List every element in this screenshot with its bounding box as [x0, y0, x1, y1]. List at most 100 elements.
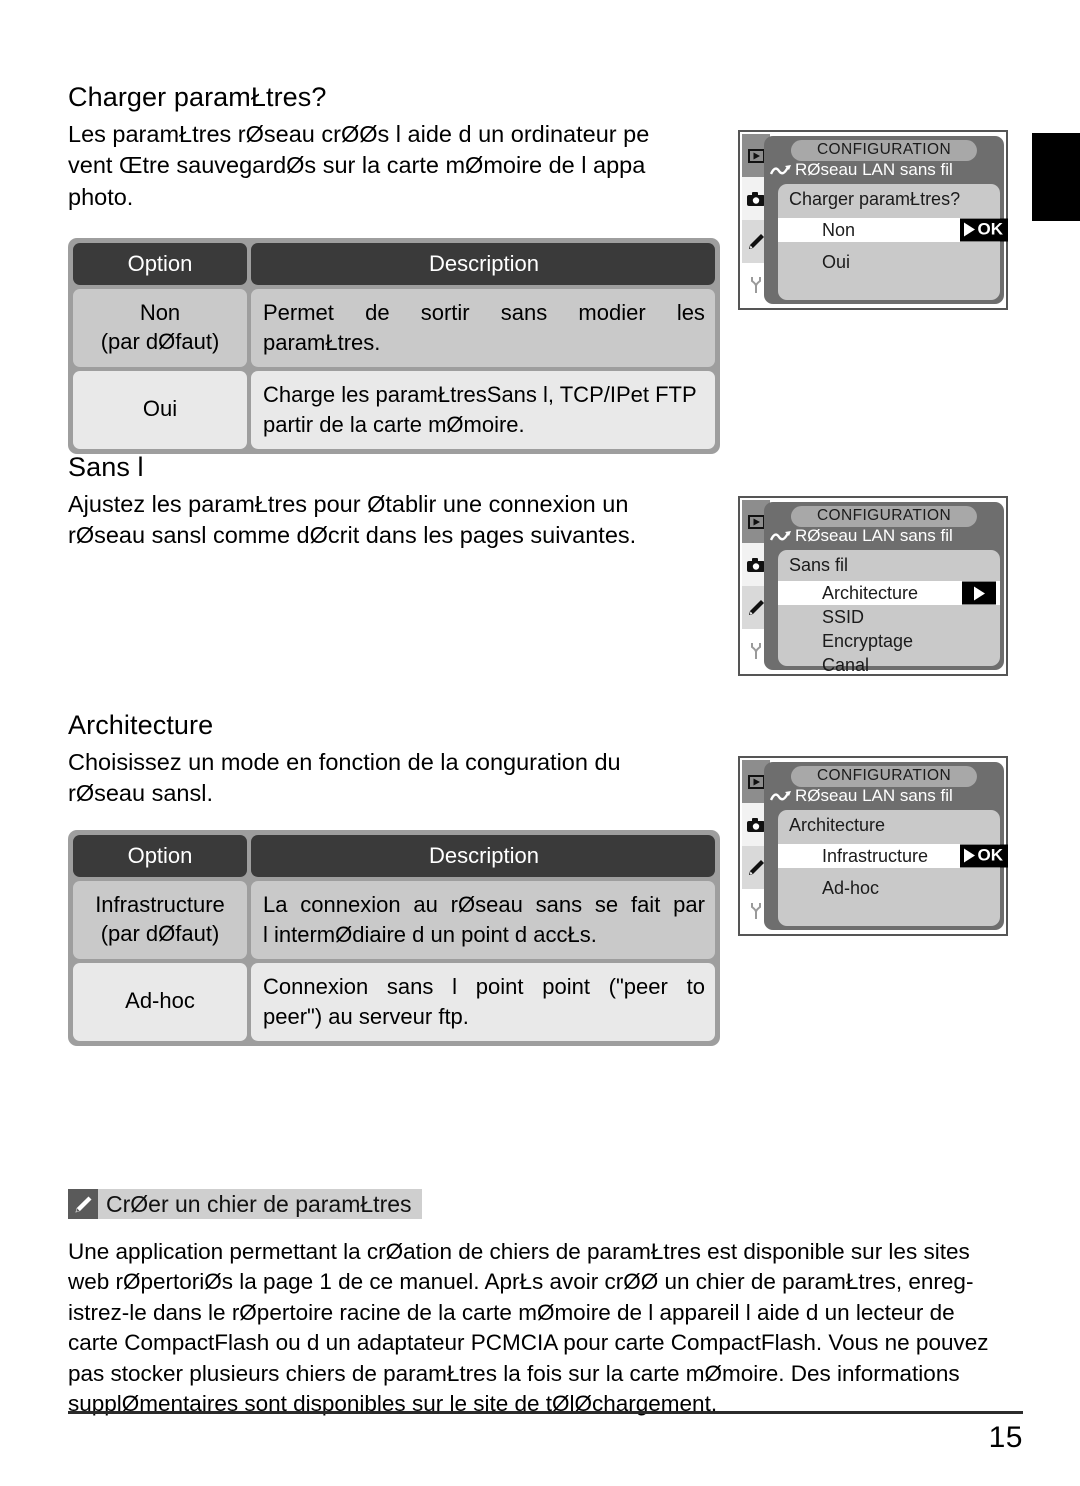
body-line: photo.	[68, 183, 134, 210]
table-header-row: Option Description	[73, 243, 715, 285]
desc-word: fait	[630, 891, 661, 917]
lcd-panel: Sans fil Architecture SSID Encryptage Ca…	[778, 550, 1000, 675]
table-cell-option: Ad-hoc	[73, 962, 247, 1041]
column-header-description: Description	[251, 835, 715, 877]
lcd-title: CONFIGURATION	[790, 506, 978, 527]
lcd-subtitle: RØseau LAN sans fil	[770, 786, 953, 806]
desc-line: La connexion au rØseau sans se fait par	[263, 890, 705, 920]
column-header-option: Option	[73, 243, 247, 285]
table-charger-parametres: Option Description Non (par dØfaut) Perm…	[68, 238, 720, 454]
table-cell-option: Non (par dØfaut)	[73, 288, 247, 367]
section-charger-parametres: Charger paramŁtres? Les paramŁtres rØsea…	[68, 82, 728, 213]
table-cell-option: Infrastructure (par dØfaut)	[73, 880, 247, 959]
body-line: Choisissez un mode en fonction de la con…	[68, 749, 621, 776]
desc-line: Charge les paramŁtresSans l, TCP/IPet FT…	[263, 381, 697, 407]
column-header-option: Option	[73, 835, 247, 877]
lcd-menu-item-label: Canal	[822, 655, 870, 675]
desc-word: point	[542, 973, 590, 999]
desc-word: Connexion	[263, 973, 369, 999]
lcd-menu-item[interactable]: Encryptage	[778, 631, 1000, 652]
ok-label: OK	[977, 219, 1004, 239]
section-architecture: Architecture Choisissez un mode en fonct…	[68, 710, 728, 810]
option-default-note: (par dØfaut)	[100, 328, 220, 354]
table-header-row: Option Description	[73, 835, 715, 877]
desc-word: sans	[500, 299, 548, 325]
ok-label: OK	[977, 845, 1004, 865]
section-title: Sans l	[68, 452, 144, 482]
note-body: Une application permettant la crØation d…	[68, 1237, 1023, 1419]
desc-word: rØseau	[450, 891, 523, 917]
body-line: vent Œtre sauvegardØs sur la carte mØmoi…	[68, 152, 646, 179]
lcd-menu-item[interactable]: Oui	[778, 252, 1000, 273]
body-line: Ajustez les paramŁtres pour Øtablir une …	[68, 491, 629, 518]
lcd-menu-item-label: Non	[822, 219, 856, 240]
desc-word: to	[686, 973, 705, 999]
desc-word: l	[452, 973, 458, 999]
desc-word: sortir	[420, 299, 470, 325]
desc-word: Permet	[263, 299, 334, 325]
note-line: pas stocker plusieurs chiers de paramŁtr…	[68, 1360, 960, 1386]
table-architecture: Option Description Infrastructure (par d…	[68, 830, 720, 1046]
note-line: Une application permettant la crØation d…	[68, 1239, 970, 1264]
note-line: istrez-le dans le rØpertoire racine de l…	[68, 1299, 955, 1325]
desc-word: les	[676, 299, 705, 325]
lcd-subtitle-label: RØseau LAN sans fil	[795, 526, 953, 545]
submenu-arrow-button[interactable]	[962, 581, 996, 605]
lcd-menu-body: CONFIGURATION RØseau LAN sans fil Archit…	[764, 762, 1008, 930]
option-default-note: (par dØfaut)	[100, 920, 220, 946]
section-title: Architecture	[68, 710, 214, 740]
lcd-subtitle: RØseau LAN sans fil	[770, 160, 953, 180]
ok-badge[interactable]: OK	[959, 218, 1008, 242]
page-number: 15	[988, 1421, 1023, 1454]
note-line: supplØmentaires sont disponibles sur le …	[68, 1390, 718, 1416]
lcd-menu-item[interactable]: Ad-hoc	[778, 878, 1000, 899]
lcd-menu-body: CONFIGURATION RØseau LAN sans fil Sans f…	[764, 502, 1004, 675]
column-header-description: Description	[251, 243, 715, 285]
desc-word: de	[365, 299, 390, 325]
table-row: Infrastructure (par dØfaut) La connexion…	[73, 880, 715, 959]
table-cell-description: Charge les paramŁtresSans l, TCP/IPet FT…	[251, 370, 715, 449]
option-label: Ad-hoc	[125, 988, 195, 1014]
table-cell-description: La connexion au rØseau sans se fait par …	[251, 880, 715, 959]
play-triangle-icon	[963, 848, 975, 863]
lcd-subtitle-label: RØseau LAN sans fil	[795, 786, 953, 805]
desc-word: par	[673, 891, 705, 917]
section-body: Les paramŁtres rØseau crØØs l aide d un …	[68, 119, 728, 213]
play-triangle-icon	[973, 586, 985, 600]
lcd-menu-item-selected[interactable]: Infrastructure OK	[778, 844, 1008, 868]
lcd-menu-item-selected[interactable]: Non OK	[778, 218, 1008, 242]
lcd-title: CONFIGURATION	[790, 766, 978, 787]
desc-line: peer") au serveur ftp.	[263, 1003, 469, 1029]
side-tab-marker	[1032, 133, 1080, 221]
table-row: Ad-hoc Connexion sans l point point ("pe…	[73, 962, 715, 1041]
desc-word: sans	[386, 973, 434, 999]
lcd-panel: Architecture Infrastructure OK Ad-hoc	[778, 810, 1008, 926]
desc-word: ("peer	[608, 973, 668, 999]
desc-word: point	[475, 973, 524, 999]
table-row: Oui Charge les paramŁtresSans l, TCP/IPe…	[73, 370, 715, 449]
footer-rule	[68, 1411, 1023, 1414]
wireless-wave-icon	[770, 530, 791, 541]
option-label: Infrastructure	[95, 892, 225, 918]
section-body: Ajustez les paramŁtres pour Øtablir une …	[68, 489, 728, 552]
lcd-menu-item-label: Infrastructure	[822, 845, 929, 866]
desc-line: l intermØdiaire d un point d accŁs.	[263, 921, 597, 947]
table-cell-description: Connexion sans l point point ("peer to p…	[251, 962, 715, 1041]
desc-line: partir de la carte mØmoire.	[263, 411, 525, 437]
table-row: Non (par dØfaut) Permet de sortir sans m…	[73, 288, 715, 367]
lcd-menu-item-label: Architecture	[822, 582, 919, 603]
desc-word: se	[594, 891, 619, 917]
desc-word: connexion	[300, 891, 401, 917]
note-heading: CrØer un chier de paramŁtres	[68, 1189, 422, 1219]
lcd-menu-item[interactable]: SSID	[778, 607, 1000, 628]
lcd-screen-sans-fil: CONFIGURATION RØseau LAN sans fil Sans f…	[738, 496, 1008, 676]
table-cell-description: Permet de sortir sans modier les paramŁt…	[251, 288, 715, 367]
lcd-title: CONFIGURATION	[790, 140, 978, 161]
lcd-menu-item[interactable]: Canal	[778, 655, 1000, 676]
lcd-menu-item-selected[interactable]: Architecture	[778, 581, 1000, 605]
ok-badge[interactable]: OK	[959, 844, 1008, 868]
wireless-wave-icon	[770, 164, 791, 175]
wireless-wave-icon	[770, 790, 791, 801]
desc-line: Permet de sortir sans modier les	[263, 298, 705, 328]
lcd-panel-heading: Sans fil	[789, 555, 849, 575]
